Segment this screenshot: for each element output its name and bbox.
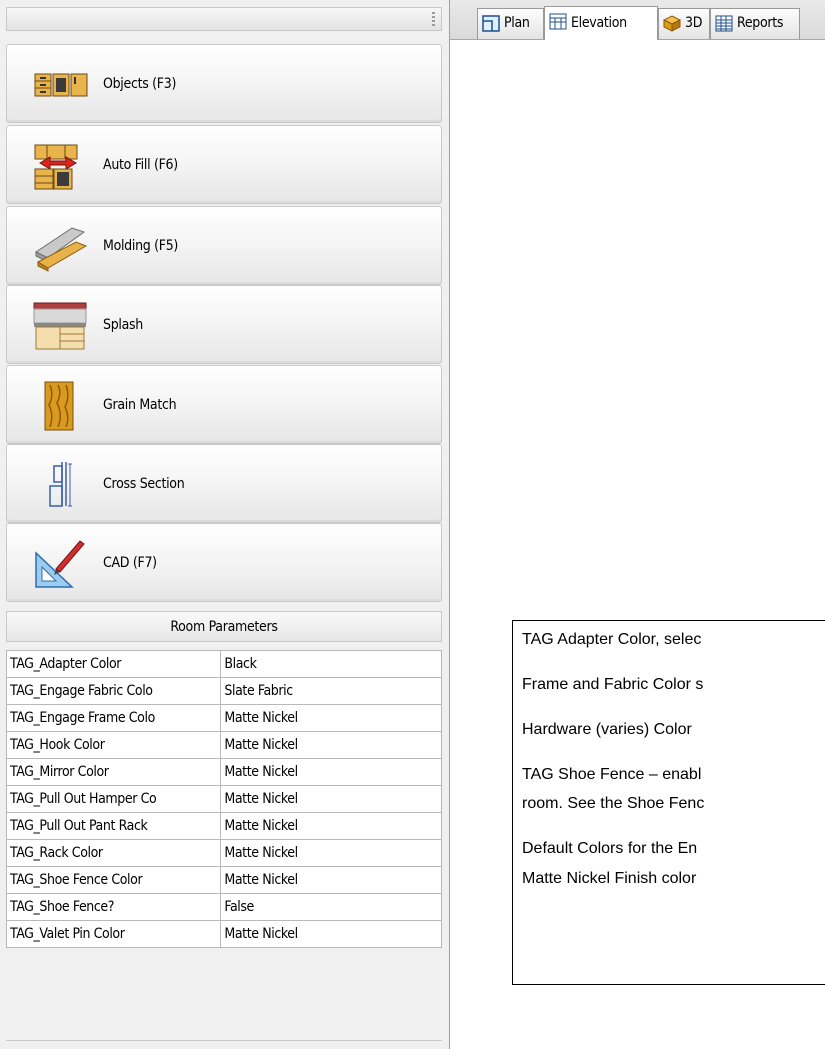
- tab-plan-label: Plan: [504, 15, 530, 31]
- tab-3d[interactable]: 3D: [658, 8, 710, 39]
- grain-match-button[interactable]: Grain Match: [6, 365, 442, 444]
- molding-button[interactable]: Molding (F5): [6, 206, 442, 285]
- table-row[interactable]: TAG_Adapter Color Black: [5, 650, 442, 678]
- room-parameters-table: TAG_Adapter Color Black TAG_Engage Fabric…: [5, 650, 442, 948]
- table-row[interactable]: TAG_Pull Out Hamper Co Matte Nickel: [5, 785, 442, 813]
- param-name: TAG_Rack Color: [5, 839, 222, 867]
- param-name: TAG_Pull Out Pant Rack: [5, 812, 222, 840]
- annotation-line: TAG Shoe Fence – enabl: [522, 766, 702, 783]
- param-name: TAG_Hook Color: [5, 731, 222, 759]
- view-tab-strip: Plan Elevation 3D Reports: [450, 0, 825, 40]
- param-value[interactable]: Matte Nickel: [220, 812, 442, 840]
- param-value[interactable]: Matte Nickel: [220, 704, 442, 732]
- table-row[interactable]: TAG_Engage Fabric Colo Slate Fabric: [5, 677, 442, 705]
- tab-elevation[interactable]: Elevation: [544, 6, 658, 40]
- tab-elevation-label: Elevation: [571, 15, 627, 31]
- param-name: TAG_Engage Frame Colo: [5, 704, 222, 732]
- tab-plan[interactable]: Plan: [477, 8, 544, 39]
- grain-match-label: Grain Match: [103, 397, 177, 413]
- param-name: TAG_Valet Pin Color: [5, 920, 222, 948]
- auto-fill-icon: [34, 144, 78, 190]
- tab-reports-label: Reports: [737, 15, 784, 31]
- panel-grip-handle[interactable]: [432, 12, 435, 26]
- param-name: TAG_Adapter Color: [5, 650, 222, 678]
- annotation-line: Hardware (varies) Color: [522, 721, 692, 738]
- annotation-line: Default Colors for the En: [522, 840, 698, 857]
- plan-icon: [482, 15, 500, 32]
- auto-fill-label: Auto Fill (F6): [103, 157, 178, 173]
- cad-label: CAD (F7): [103, 555, 157, 571]
- annotation-line: Matte Nickel Finish color: [522, 870, 697, 887]
- param-name: TAG_Engage Fabric Colo: [5, 677, 222, 705]
- cross-section-icon: [49, 462, 72, 507]
- annotation-callout: TAG Adapter Color, selec Frame and Fabri…: [512, 620, 825, 985]
- param-name: TAG_Mirror Color: [5, 758, 222, 786]
- param-value[interactable]: False: [220, 893, 442, 921]
- param-value[interactable]: Slate Fabric: [220, 677, 442, 705]
- table-row[interactable]: TAG_Pull Out Pant Rack Matte Nickel: [5, 812, 442, 840]
- table-row[interactable]: TAG_Shoe Fence Color Matte Nickel: [5, 866, 442, 894]
- param-value[interactable]: Matte Nickel: [220, 785, 442, 813]
- cross-section-button[interactable]: Cross Section: [6, 444, 442, 523]
- panel-header: [6, 7, 442, 31]
- param-value[interactable]: Matte Nickel: [220, 920, 442, 948]
- objects-button[interactable]: Objects (F3): [6, 44, 442, 123]
- param-value[interactable]: Matte Nickel: [220, 758, 442, 786]
- elevation-icon: [549, 13, 567, 30]
- table-row[interactable]: TAG_Valet Pin Color Matte Nickel: [5, 920, 442, 948]
- splash-label: Splash: [103, 317, 143, 333]
- table-row[interactable]: TAG_Hook Color Matte Nickel: [5, 731, 442, 759]
- splash-button[interactable]: Splash: [6, 285, 442, 364]
- tools-panel: Objects (F3) Auto Fill (F6) Molding (F5): [0, 0, 450, 1049]
- table-row[interactable]: TAG_Shoe Fence? False: [5, 893, 442, 921]
- molding-label: Molding (F5): [103, 238, 179, 254]
- table-row[interactable]: TAG_Rack Color Matte Nickel: [5, 839, 442, 867]
- reports-icon: [715, 15, 733, 32]
- table-row[interactable]: TAG_Mirror Color Matte Nickel: [5, 758, 442, 786]
- 3d-cube-icon: [663, 15, 681, 32]
- annotation-line: TAG Adapter Color, selec: [522, 631, 702, 648]
- param-value[interactable]: Matte Nickel: [220, 866, 442, 894]
- annotation-line: Frame and Fabric Color s: [522, 676, 704, 693]
- objects-label: Objects (F3): [103, 76, 177, 92]
- objects-icon: [34, 73, 88, 97]
- cad-button[interactable]: CAD (F7): [6, 523, 442, 602]
- param-name: TAG_Shoe Fence?: [5, 893, 222, 921]
- table-row[interactable]: TAG_Engage Frame Colo Matte Nickel: [5, 704, 442, 732]
- grain-match-icon: [44, 381, 74, 431]
- param-value[interactable]: Black: [220, 650, 442, 678]
- cross-section-label: Cross Section: [103, 476, 185, 492]
- tab-3d-label: 3D: [685, 15, 703, 31]
- param-name: TAG_Pull Out Hamper Co: [5, 785, 222, 813]
- panel-divider: [6, 1040, 442, 1041]
- tab-reports[interactable]: Reports: [710, 8, 800, 39]
- annotation-line: room. See the Shoe Fenc: [522, 795, 705, 812]
- param-value[interactable]: Matte Nickel: [220, 839, 442, 867]
- splash-icon: [33, 302, 87, 350]
- param-name: TAG_Shoe Fence Color: [5, 866, 222, 894]
- auto-fill-button[interactable]: Auto Fill (F6): [6, 125, 442, 204]
- room-parameters-header: Room Parameters: [6, 611, 442, 642]
- cad-icon: [35, 540, 85, 588]
- molding-icon: [35, 227, 88, 272]
- param-value[interactable]: Matte Nickel: [220, 731, 442, 759]
